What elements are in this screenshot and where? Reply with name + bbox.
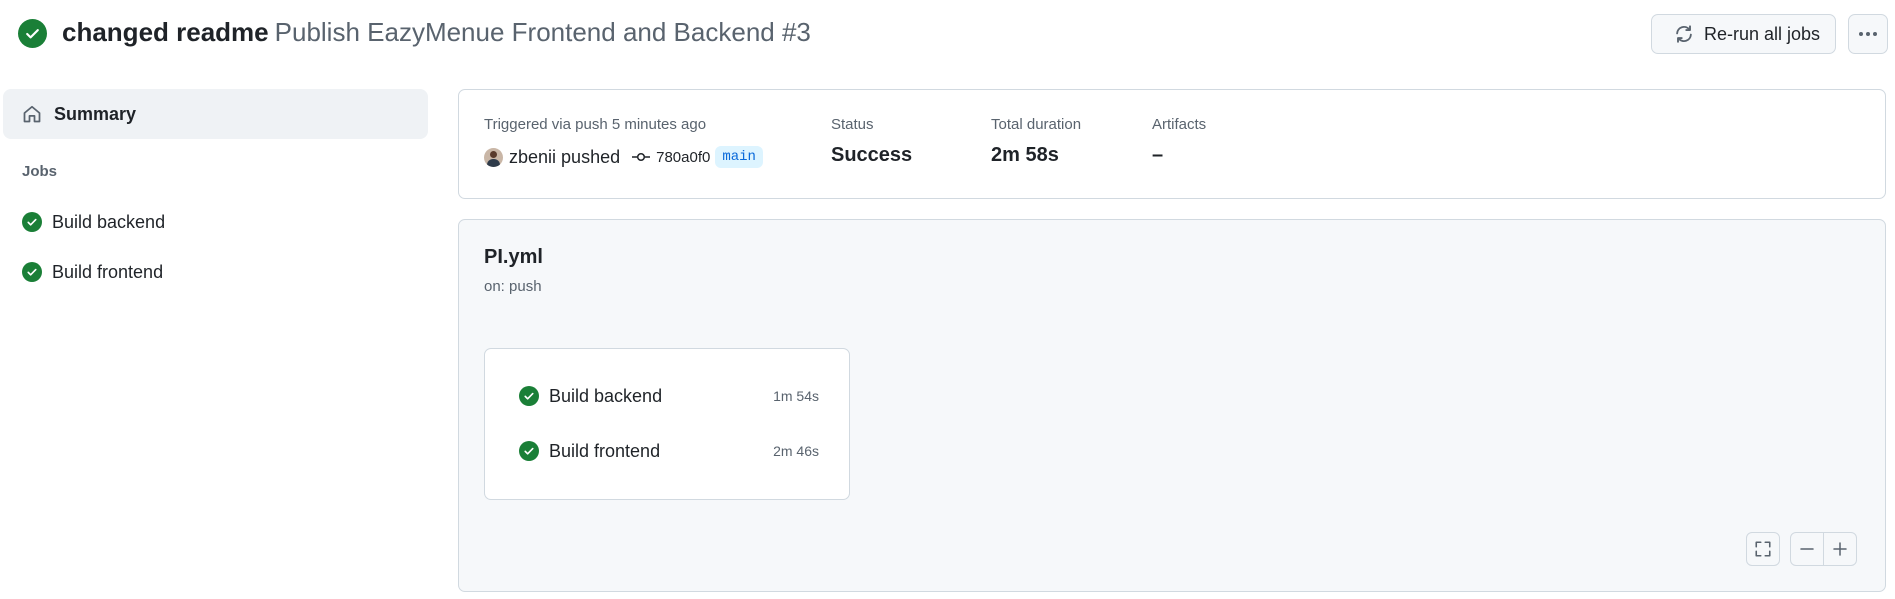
fullscreen-button[interactable]: [1746, 532, 1780, 566]
graph-job-label: Build backend: [549, 385, 663, 406]
graph-job-build-backend[interactable]: Build backend 1m 54s: [519, 382, 819, 410]
actor-name[interactable]: zbenii: [509, 147, 556, 168]
commit-sha-link[interactable]: 780a0f0: [656, 149, 710, 166]
kebab-horizontal-icon: [1859, 32, 1877, 36]
job-group-card: Build backend 1m 54s Build frontend 2m 4…: [484, 348, 850, 500]
duration-value: 2m 58s: [991, 144, 1059, 166]
commit-title: changed readme: [62, 17, 269, 47]
run-header: changed readme Publish EazyMenue Frontend…: [0, 0, 1895, 70]
rerun-label: Re-run all jobs: [1704, 23, 1821, 44]
success-check-icon: [519, 386, 539, 406]
artifacts-label: Artifacts: [1152, 116, 1207, 133]
graph-job-build-frontend[interactable]: Build frontend 2m 46s: [519, 437, 819, 465]
page-title: changed readme Publish EazyMenue Frontend…: [62, 15, 811, 49]
success-check-icon: [519, 441, 539, 461]
more-options-button[interactable]: [1848, 14, 1888, 54]
graph-job-label: Build frontend: [549, 440, 661, 461]
success-check-icon: [22, 262, 42, 282]
artifacts-value: –: [1152, 144, 1164, 166]
sidebar-item-summary[interactable]: Summary: [3, 89, 428, 139]
home-icon: [23, 105, 41, 123]
zoom-out-button[interactable]: [1790, 532, 1824, 566]
workflow-graph-panel: PI.yml on: push Build backend 1m 54s Bui…: [458, 219, 1886, 592]
sync-icon: [1676, 25, 1692, 43]
sidebar-item-build-backend[interactable]: Build backend: [22, 208, 165, 236]
jobs-heading: Jobs: [22, 163, 58, 180]
status-label: Status: [831, 116, 874, 133]
plus-icon: [1833, 542, 1847, 556]
duration-label: Total duration: [991, 116, 1082, 133]
graph-job-duration: 2m 46s: [773, 443, 819, 459]
success-check-icon: [22, 212, 42, 232]
avatar[interactable]: [484, 147, 503, 167]
branch-badge[interactable]: main: [715, 146, 763, 168]
workflow-file-name: PI.yml: [484, 246, 543, 268]
trigger-details: zbenii pushed 780a0f0 main: [484, 146, 763, 168]
actor-action: pushed: [561, 146, 621, 167]
status-value: Success: [831, 144, 913, 166]
rerun-all-jobs-button[interactable]: Re-run all jobs: [1651, 14, 1836, 54]
zoom-in-button[interactable]: [1823, 532, 1857, 566]
screen-full-icon: [1755, 541, 1771, 557]
graph-job-duration: 1m 54s: [773, 388, 819, 404]
sidebar-job-label: Build frontend: [52, 261, 164, 282]
sidebar-item-build-frontend[interactable]: Build frontend: [22, 258, 163, 286]
success-check-icon: [18, 19, 47, 48]
workflow-trigger: on: push: [484, 278, 542, 295]
trigger-info: Triggered via push 5 minutes ago: [484, 116, 707, 133]
sidebar-summary-label: Summary: [54, 103, 137, 124]
sidebar-job-label: Build backend: [52, 211, 166, 232]
git-commit-icon: [632, 151, 651, 163]
workflow-run-name: Publish EazyMenue Frontend and Backend #…: [274, 17, 811, 47]
run-summary-panel: Triggered via push 5 minutes ago zbenii …: [458, 89, 1886, 199]
minus-icon: [1800, 548, 1814, 550]
